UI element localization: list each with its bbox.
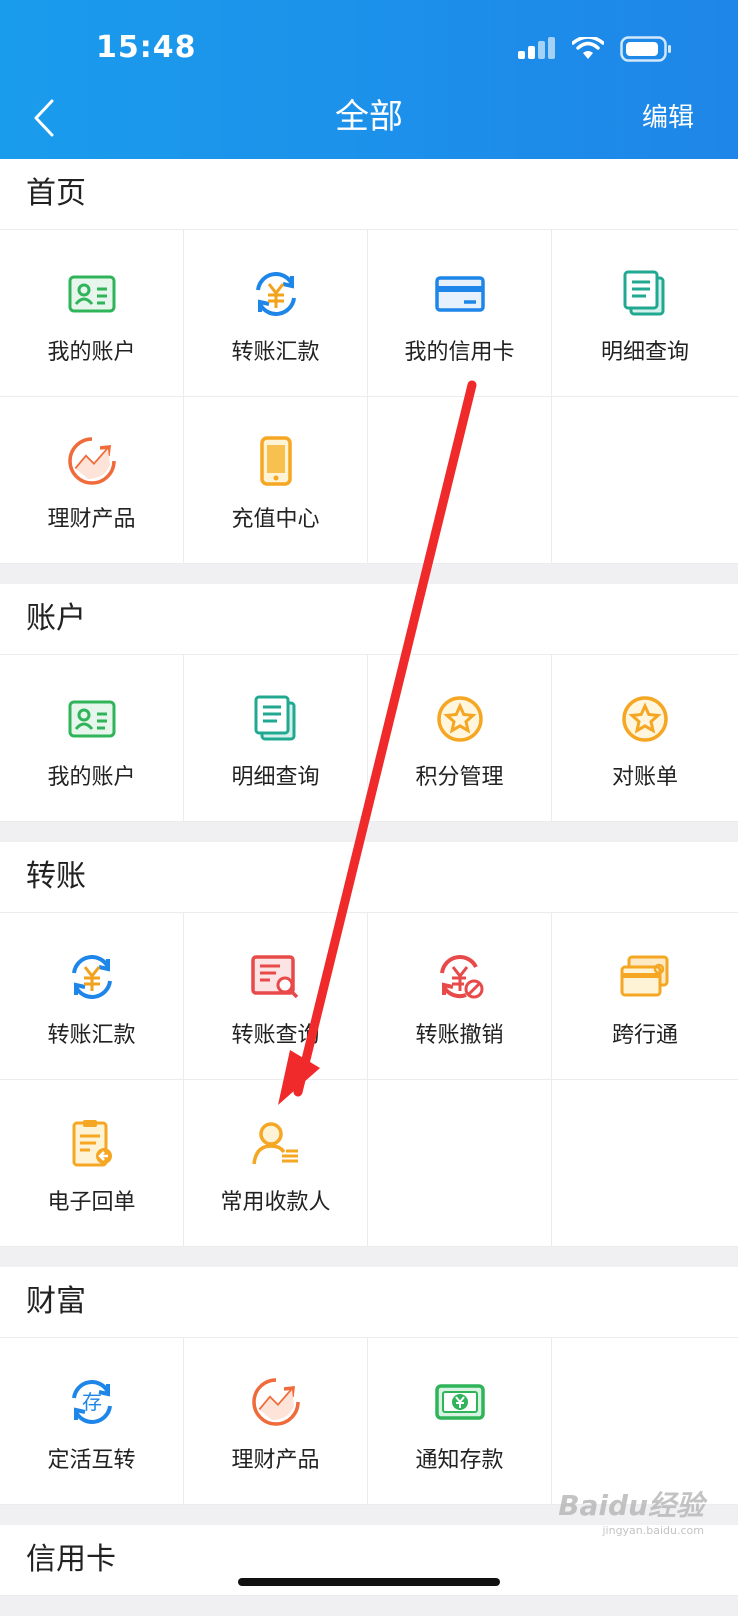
- home-indicator[interactable]: [238, 1578, 500, 1586]
- menu-item-label: 充值中心: [231, 507, 320, 532]
- empty-cell: [552, 1080, 738, 1247]
- menu-item-label: 我的账户: [47, 340, 136, 365]
- menu-item-label: 我的信用卡: [404, 340, 515, 365]
- content: 首页 我的账户 转账汇款 我的信用卡 明细查询 理财产品 充值中心 账户 我的账户 明细查询 积分管…: [0, 159, 738, 1616]
- star-icon: [619, 693, 671, 745]
- section-title: 账户: [0, 584, 738, 655]
- id-card-icon: [66, 693, 118, 745]
- empty-cell: [552, 1338, 738, 1505]
- section-1: 账户我的账户 明细查询 积分管理 对账单: [0, 584, 738, 822]
- watermark-text: Baidu经验: [558, 1489, 704, 1522]
- menu-item[interactable]: 通知存款: [368, 1338, 552, 1505]
- menu-item[interactable]: 明细查询: [552, 230, 738, 397]
- wifi-icon: [572, 37, 604, 59]
- menu-item-label: 明细查询: [600, 340, 689, 365]
- baidu-watermark: Baidu经验 jingyan.baidu.com: [558, 1484, 704, 1537]
- section-grid: 存定活互转 理财产品 通知存款: [0, 1338, 738, 1505]
- star-icon: [434, 693, 486, 745]
- cards-icon: [619, 951, 671, 1003]
- section-2: 转账转账汇款 转账查询 转账撤销 跨行通电子回单 常用收款人: [0, 842, 738, 1247]
- menu-item[interactable]: 我的信用卡: [368, 230, 552, 397]
- section-title: 首页: [0, 159, 738, 230]
- header-bar: 15:48 全部 编辑: [0, 0, 738, 159]
- empty-cell: [552, 397, 738, 564]
- menu-item[interactable]: 我的账户: [0, 655, 184, 822]
- section-grid: 我的账户 转账汇款 我的信用卡 明细查询理财产品 充值中心: [0, 230, 738, 564]
- menu-item-label: 转账汇款: [47, 1023, 136, 1048]
- menu-item[interactable]: 转账汇款: [184, 230, 368, 397]
- section-3: 财富存定活互转 理财产品 通知存款: [0, 1267, 738, 1505]
- menu-item[interactable]: 转账查询: [184, 913, 368, 1080]
- money-icon: [434, 1376, 486, 1428]
- menu-item-label: 对账单: [611, 765, 678, 790]
- phone-icon: [250, 435, 302, 487]
- menu-item[interactable]: 明细查询: [184, 655, 368, 822]
- menu-item[interactable]: 跨行通: [552, 913, 738, 1080]
- deposit-icon: 存: [66, 1376, 118, 1428]
- menu-item-label: 理财产品: [47, 507, 136, 532]
- document-list-icon: [619, 268, 671, 320]
- menu-item-label: 跨行通: [611, 1023, 678, 1048]
- page-title: 全部: [335, 97, 403, 137]
- menu-item[interactable]: 电子回单: [0, 1080, 184, 1247]
- menu-item-label: 定活互转: [47, 1448, 136, 1473]
- edit-button[interactable]: 编辑: [642, 98, 694, 138]
- menu-item[interactable]: 常用收款人: [184, 1080, 368, 1247]
- menu-item-label: 理财产品: [231, 1448, 320, 1473]
- svg-text:存: 存: [82, 1390, 102, 1414]
- trend-chart-icon: [250, 1376, 302, 1428]
- watermark-url: jingyan.baidu.com: [602, 1524, 704, 1537]
- yuan-transfer-icon: [66, 951, 118, 1003]
- menu-item-label: 积分管理: [415, 765, 504, 790]
- section-grid: 我的账户 明细查询 积分管理 对账单: [0, 655, 738, 822]
- receipt-icon: [66, 1118, 118, 1170]
- menu-item[interactable]: 我的账户: [0, 230, 184, 397]
- yuan-transfer-icon: [250, 268, 302, 320]
- empty-cell: [368, 397, 552, 564]
- battery-icon: [620, 36, 671, 62]
- menu-item-label: 转账汇款: [231, 340, 320, 365]
- section-title: 财富: [0, 1267, 738, 1338]
- search-document-icon: [250, 951, 302, 1003]
- menu-item[interactable]: 理财产品: [184, 1338, 368, 1505]
- empty-cell: [368, 1080, 552, 1247]
- signal-icon: [518, 37, 555, 59]
- menu-item-label: 转账查询: [231, 1023, 320, 1048]
- payee-icon: [250, 1118, 302, 1170]
- menu-item[interactable]: 充值中心: [184, 397, 368, 564]
- menu-item-label: 通知存款: [415, 1448, 504, 1473]
- menu-item[interactable]: 转账汇款: [0, 913, 184, 1080]
- section-0: 首页我的账户 转账汇款 我的信用卡 明细查询理财产品 充值中心: [0, 159, 738, 564]
- id-card-icon: [66, 268, 118, 320]
- menu-item-label: 我的账户: [47, 765, 136, 790]
- menu-item[interactable]: 对账单: [552, 655, 738, 822]
- document-list-icon: [250, 693, 302, 745]
- menu-item-label: 常用收款人: [220, 1190, 331, 1215]
- menu-item-label: 转账撤销: [415, 1023, 504, 1048]
- section-grid: 转账汇款 转账查询 转账撤销 跨行通电子回单 常用收款人: [0, 913, 738, 1247]
- menu-item-label: 电子回单: [47, 1190, 136, 1215]
- menu-item[interactable]: 存定活互转: [0, 1338, 184, 1505]
- trend-chart-icon: [66, 435, 118, 487]
- menu-item[interactable]: 理财产品: [0, 397, 184, 564]
- menu-item[interactable]: 积分管理: [368, 655, 552, 822]
- section-title: 转账: [0, 842, 738, 913]
- menu-item[interactable]: 转账撤销: [368, 913, 552, 1080]
- status-time: 15:48: [96, 30, 197, 65]
- status-icons: [518, 36, 672, 62]
- cancel-transfer-icon: [434, 951, 486, 1003]
- menu-item-label: 明细查询: [231, 765, 320, 790]
- credit-card-icon: [434, 268, 486, 320]
